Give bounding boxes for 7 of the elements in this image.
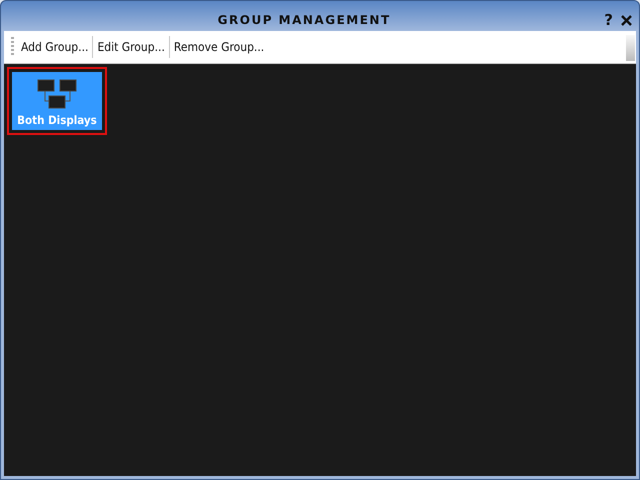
toolbar-button[interactable]: Remove Group... (170, 38, 268, 56)
toolbar-button[interactable]: Edit Group... (93, 38, 169, 56)
help-button[interactable]: ? (604, 11, 613, 29)
close-icon[interactable] (621, 14, 632, 26)
toolbar-button[interactable]: Add Group... (17, 38, 92, 56)
window-title: GROUP MANAGEMENT (216, 13, 392, 27)
monitors-icon (35, 79, 79, 111)
